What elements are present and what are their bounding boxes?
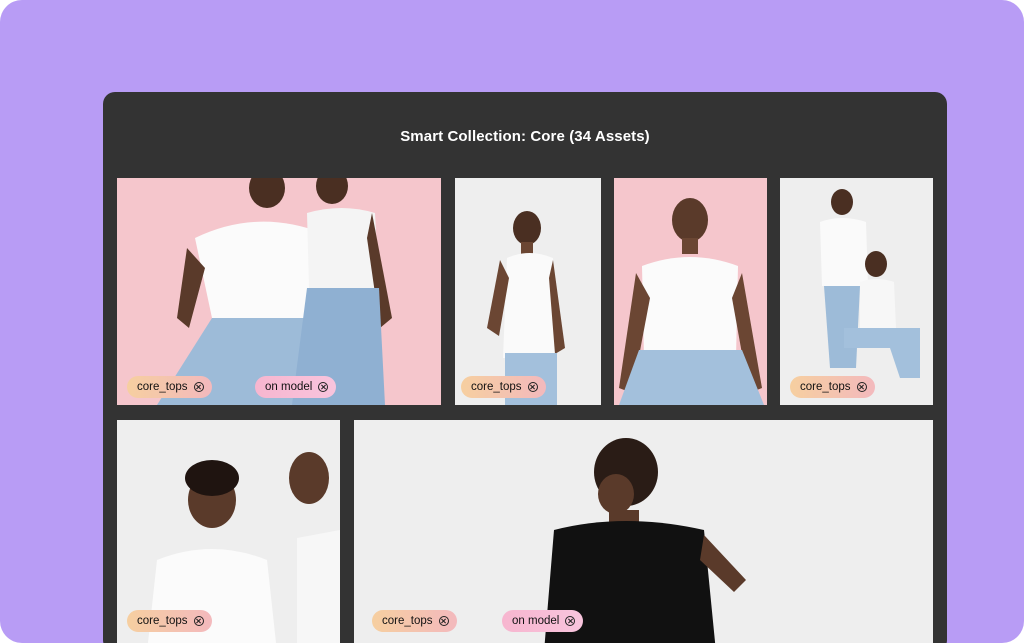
tag-label: core_tops [471, 381, 522, 393]
background: Smart Collection: Core (34 Assets) core_… [0, 0, 1024, 643]
tag-label: core_tops [137, 381, 188, 393]
tag-label: on model [265, 381, 313, 393]
tag-core-tops[interactable]: core_tops [790, 376, 875, 398]
remove-tag-icon[interactable] [856, 382, 867, 392]
tag-label: core_tops [137, 615, 188, 627]
tag-core-tops[interactable]: core_tops [461, 376, 546, 398]
tag-label: core_tops [800, 381, 851, 393]
tag-label: on model [512, 615, 560, 627]
tag-label: core_tops [382, 615, 433, 627]
remove-tag-icon[interactable] [565, 616, 576, 626]
collection-panel: Smart Collection: Core (34 Assets) core_… [103, 92, 947, 643]
remove-tag-icon[interactable] [193, 382, 204, 392]
tag-on-model[interactable]: on model [255, 376, 337, 398]
asset-tile[interactable]: core_tops [455, 178, 601, 405]
tag-core-tops[interactable]: core_tops [372, 610, 457, 632]
asset-photo [117, 178, 441, 405]
collection-title: Smart Collection: Core (34 Assets) [400, 128, 650, 145]
asset-tile[interactable] [614, 178, 767, 405]
asset-tile[interactable]: core_tops on model [354, 420, 933, 643]
asset-photo [780, 178, 933, 405]
asset-tile[interactable]: core_tops on model [117, 178, 441, 405]
remove-tag-icon[interactable] [193, 616, 204, 626]
tag-on-model[interactable]: on model [502, 610, 584, 632]
asset-photo [455, 178, 601, 405]
asset-tile[interactable]: core_tops [780, 178, 933, 405]
asset-photo [614, 178, 767, 405]
tag-core-tops[interactable]: core_tops [127, 610, 212, 632]
remove-tag-icon[interactable] [438, 616, 449, 626]
remove-tag-icon[interactable] [318, 382, 329, 392]
asset-tile[interactable]: core_tops [117, 420, 340, 643]
remove-tag-icon[interactable] [527, 382, 538, 392]
tag-core-tops[interactable]: core_tops [127, 376, 212, 398]
